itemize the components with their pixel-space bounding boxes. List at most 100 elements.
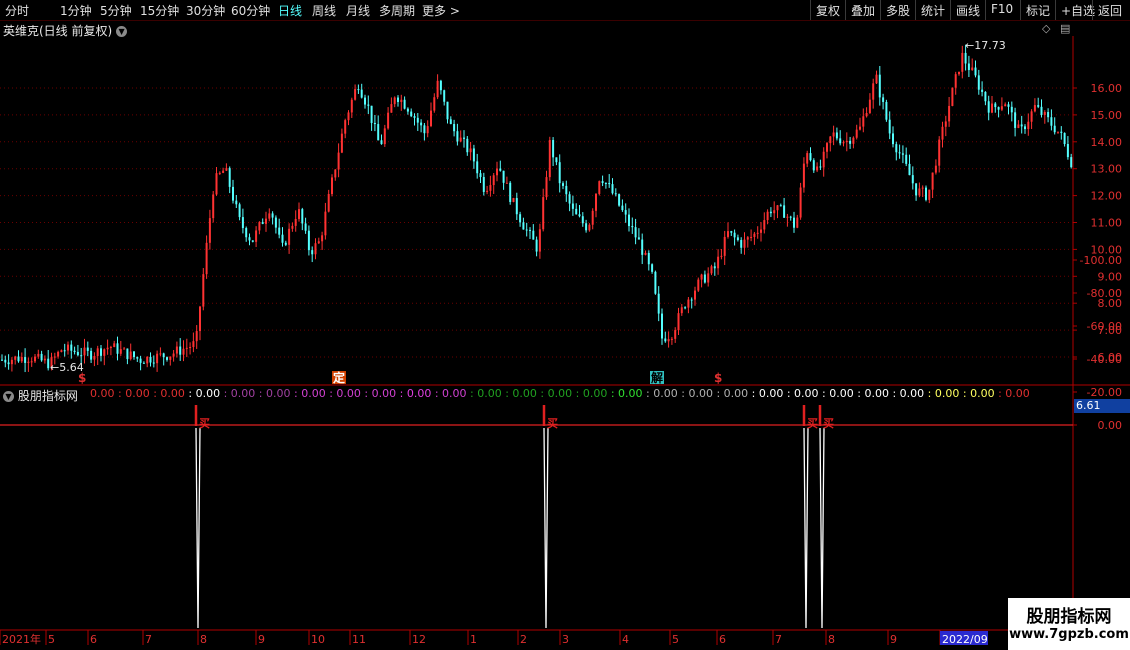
multi-stock-button[interactable]: 多股 <box>880 0 915 20</box>
period-tab-15min[interactable]: 15分钟 <box>140 2 179 19</box>
date-label: 9 <box>258 633 265 646</box>
candle-body <box>535 239 538 252</box>
candle-body <box>736 237 739 241</box>
price-tick-label: 10.00 <box>1091 243 1123 256</box>
candle-body <box>426 126 429 134</box>
stats-button[interactable]: 统计 <box>915 0 950 20</box>
candle-body <box>505 182 508 184</box>
back-button[interactable]: 返回 <box>1092 0 1127 20</box>
candle-body <box>238 204 241 218</box>
period-tab-fenshi[interactable]: 分时 <box>5 2 29 19</box>
candle-body <box>43 358 46 361</box>
candle-body <box>750 236 753 238</box>
candle-body <box>1030 111 1033 122</box>
candle-body <box>878 74 881 98</box>
candle-body <box>1037 105 1040 107</box>
candle-body <box>24 357 27 363</box>
period-tab-30min[interactable]: 30分钟 <box>186 2 225 19</box>
candle-body <box>212 194 215 219</box>
candle-body <box>809 153 812 161</box>
diamond-icon[interactable]: ◇ <box>1042 22 1050 35</box>
candle-body <box>717 256 720 269</box>
signal-marker-s: $ <box>78 371 86 385</box>
buy-signal-label: 买 <box>199 417 210 430</box>
candle-body <box>1027 121 1030 130</box>
period-tab-60min[interactable]: 60分钟 <box>231 2 270 19</box>
candle-body <box>129 351 132 360</box>
candle-body <box>126 348 129 360</box>
price-tick-label: 8.00 <box>1098 297 1123 310</box>
candle-body <box>1014 112 1017 128</box>
candle-body <box>344 120 347 134</box>
candle-body <box>499 168 502 171</box>
indicator-value: : 0.00 <box>149 387 185 400</box>
period-tab-weekly[interactable]: 周线 <box>312 2 336 19</box>
candle-body <box>70 344 73 351</box>
candle-body <box>852 137 855 144</box>
fuquan-button[interactable]: 复权 <box>810 0 845 20</box>
candle-body <box>628 214 630 227</box>
indicator-dropdown-icon[interactable]: ▼ <box>3 391 14 402</box>
candle-body <box>1047 112 1050 118</box>
candle-body <box>413 116 416 118</box>
candle-body <box>367 104 370 106</box>
candle-body <box>314 243 317 255</box>
candle-body <box>925 187 927 200</box>
candle-body <box>76 351 79 356</box>
candle-body <box>370 105 373 123</box>
dropdown-circle-icon[interactable]: ▼ <box>116 26 128 37</box>
draw-button[interactable]: 画线 <box>950 0 985 20</box>
candle-body <box>146 356 149 364</box>
date-label: 2021年 <box>2 632 41 646</box>
candle-body <box>350 99 353 113</box>
indicator-value: : 0.00 <box>712 387 749 400</box>
date-label: 4 <box>622 633 629 646</box>
candle-body <box>337 152 340 170</box>
candle-body <box>601 181 604 183</box>
candle-body <box>446 101 449 120</box>
period-tab-1min[interactable]: 1分钟 <box>60 2 92 19</box>
candle-body <box>974 67 977 76</box>
candle-body <box>875 74 878 84</box>
period-tab-5min[interactable]: 5分钟 <box>100 2 132 19</box>
period-toolbar: 分时 1分钟 5分钟 15分钟 30分钟 60分钟 日线 周线 月线 多周期 更… <box>0 0 1130 21</box>
candle-body <box>740 240 743 248</box>
candle-body <box>545 177 548 198</box>
candle-body <box>1020 124 1023 127</box>
candle-body <box>806 153 809 164</box>
candle-body <box>624 210 627 215</box>
period-tab-multi[interactable]: 多周期 <box>379 2 415 19</box>
signal-spike <box>803 427 809 629</box>
candle-body <box>397 97 399 102</box>
candle-body <box>133 351 135 358</box>
period-tab-daily[interactable]: 日线 <box>278 2 302 19</box>
candle-body <box>667 339 670 342</box>
candle-body <box>591 210 594 225</box>
period-tab-more[interactable]: 更多 > <box>422 2 460 19</box>
candle-body <box>334 169 337 178</box>
f10-button[interactable]: F10 <box>985 0 1018 20</box>
panel-toggle-icon[interactable]: ▤ <box>1060 22 1070 35</box>
candle-body <box>34 356 36 362</box>
candle-body <box>17 356 20 362</box>
candle-body <box>136 357 139 359</box>
candle-body <box>522 222 525 230</box>
candle-body <box>459 137 462 142</box>
period-tab-monthly[interactable]: 月线 <box>346 2 370 19</box>
mark-button[interactable]: 标记 <box>1020 0 1055 20</box>
date-label: 5 <box>48 633 55 646</box>
candle-body <box>928 189 931 200</box>
date-label: 1 <box>470 633 477 646</box>
price-tick-label: 9.00 <box>1098 270 1123 283</box>
candle-body <box>456 131 459 142</box>
candle-body <box>47 358 50 369</box>
indicator-tick-label: -80.00 <box>1087 287 1122 300</box>
candle-body <box>1063 132 1066 144</box>
candle-body <box>1050 117 1053 126</box>
candle-body <box>971 67 974 71</box>
candle-body <box>565 185 568 195</box>
date-label: 12 <box>412 633 426 646</box>
candle-body <box>373 122 376 125</box>
overlay-button[interactable]: 叠加 <box>845 0 880 20</box>
candle-body <box>519 214 522 223</box>
